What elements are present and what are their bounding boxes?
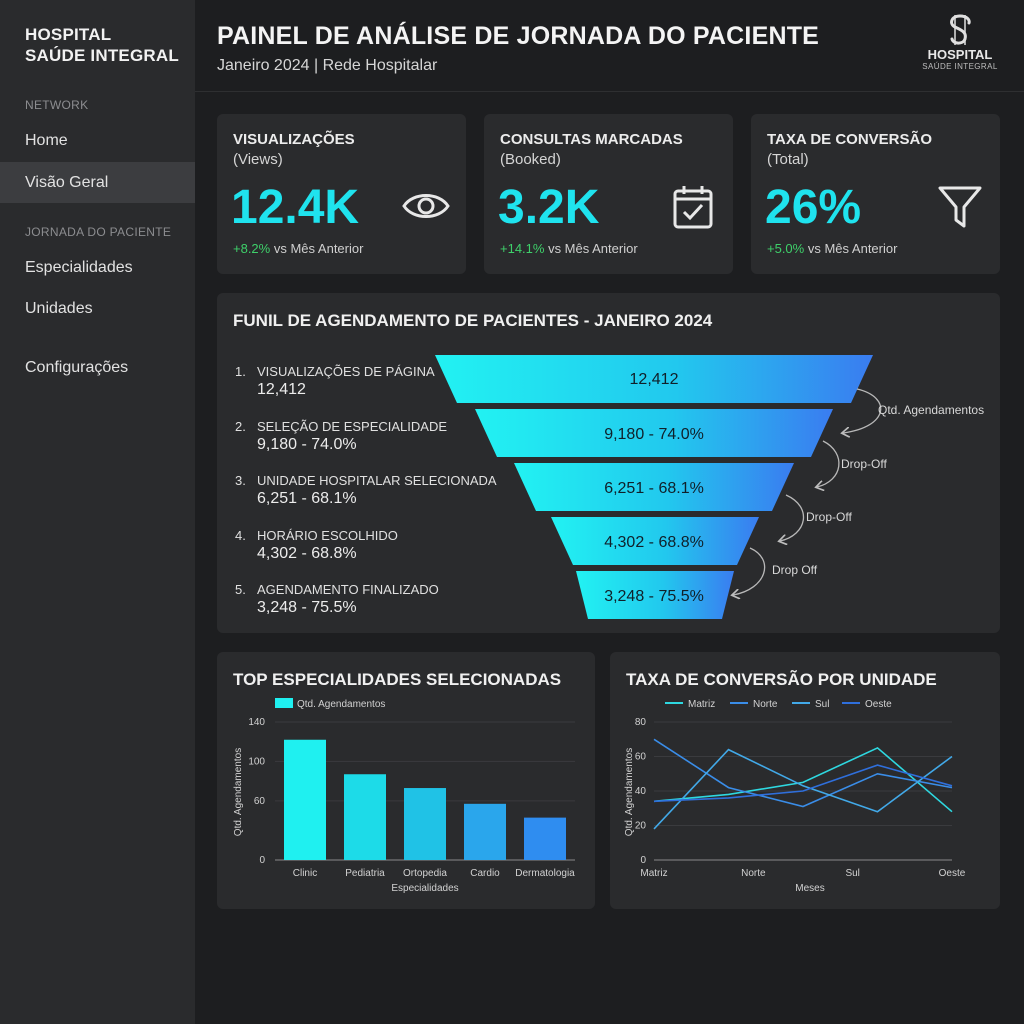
kpi-subtitle: (Views) [233, 151, 283, 168]
logo-subtitle: SAÚDE INTEGRAL [922, 62, 998, 71]
logo-title: HOSPITAL [927, 47, 993, 62]
kpi-title: TAXA DE CONVERSÃO [767, 131, 933, 148]
kpi-title: CONSULTAS MARCADAS [500, 131, 683, 148]
legend-label: Qtd. Agendamentos [297, 699, 385, 710]
line-chart: Matriz Norte Sul Oeste 0 20 40 60 80 Matriz Norte S… [624, 699, 966, 894]
dropoff-arrow-2 [817, 440, 840, 487]
legend-label: Oeste [865, 699, 892, 710]
legend-label: Sul [815, 699, 829, 710]
bar [464, 803, 506, 860]
kpi-delta-value: +14.1% [500, 241, 545, 256]
x-tick-label: Norte [741, 868, 766, 879]
legend-swatch [275, 698, 293, 708]
sidebar-item-unidades[interactable]: Unidades [0, 288, 195, 329]
sidebar-item-especialidades[interactable]: Especialidades [0, 247, 195, 288]
kpi-delta-suffix: vs Mês Anterior [270, 241, 364, 256]
kpi-delta-value: +8.2% [233, 241, 271, 256]
kpi-value: 12.4K [231, 181, 360, 234]
y-tick-label: 140 [248, 717, 265, 728]
kpi-subtitle: (Total) [767, 151, 809, 168]
x-tick-label: Sul [845, 868, 859, 879]
kpi-title: VISUALIZAÇÕES [233, 131, 355, 148]
y-tick-label: 40 [635, 786, 647, 797]
y-tick-label: 0 [259, 855, 265, 866]
x-tick-label: Pediatria [345, 868, 385, 879]
funnel-card: FUNIL DE AGENDAMENTO DE PACIENTES - JANE… [217, 293, 1000, 633]
funnel-bar-label-3: 6,251 - 68.1% [604, 480, 704, 497]
arrow-label-1: Qtd. Agendamentos [878, 403, 984, 417]
funnel-graphic: 12,412 9,180 - 74.0% 6,251 - 68.1% 4,302… [435, 355, 984, 619]
eye-icon [402, 194, 450, 218]
x-axis-label: Especialidades [391, 883, 458, 894]
bar-chart-card: TOP ESPECIALIDADES SELECIONADAS Qtd. Age… [217, 652, 595, 909]
legend-label: Norte [753, 699, 778, 710]
page-header: PAINEL DE ANÁLISE DE JORNADA DO PACIENTE… [195, 0, 1024, 92]
x-tick-label: Matriz [640, 868, 667, 879]
sidebar: HOSPITAL SAÚDE INTEGRAL NETWORK Home Vis… [0, 0, 195, 1024]
nav-section-jornada: JORNADA DO PACIENTE [25, 225, 172, 239]
x-tick-label: Oeste [939, 868, 966, 879]
page-title: PAINEL DE ANÁLISE DE JORNADA DO PACIENTE [217, 22, 820, 50]
bar-chart: Qtd. Agendamentos 0 60 100 140 Clinic Pediatri… [233, 698, 575, 894]
arrow-label-2: Drop-Off [841, 457, 887, 471]
kpi-delta: +5.0% vs Mês Anterior [767, 241, 897, 256]
y-tick-label: 100 [248, 756, 265, 767]
funnel-bar-label-5: 3,248 - 75.5% [604, 588, 704, 605]
y-tick-label: 60 [635, 752, 647, 763]
bar [524, 817, 566, 860]
kpi-delta-suffix: vs Mês Anterior [544, 241, 638, 256]
kpi-subtitle: (Booked) [500, 151, 561, 168]
x-tick-label: Dermatologia [515, 868, 575, 879]
y-axis-label: Qtd. Agendamentos [624, 748, 635, 836]
brand-line-2: SAÚDE INTEGRAL [25, 46, 179, 65]
arrow-label-3: Drop-Off [806, 510, 852, 524]
funnel-bar-label-1: 12,412 [630, 371, 679, 388]
bar [284, 739, 326, 860]
kpi-delta: +14.1% vs Mês Anterior [500, 241, 638, 256]
kpi-card-conversion: TAXA DE CONVERSÃO (Total) 26% +5.0% vs M… [751, 114, 1000, 274]
nav-section-network: NETWORK [25, 98, 89, 112]
kpi-card-booked: CONSULTAS MARCADAS (Booked) 3.2K +14.1% … [484, 114, 733, 274]
kpi-value: 3.2K [498, 181, 600, 234]
y-tick-label: 0 [640, 855, 646, 866]
x-tick-label: Ortopedia [403, 868, 447, 879]
sidebar-item-visao-geral[interactable]: Visão Geral [0, 162, 195, 203]
bar [404, 788, 446, 860]
funnel-bar-label-2: 9,180 - 74.0% [604, 426, 704, 443]
y-tick-label: 80 [635, 717, 647, 728]
x-axis-label: Meses [795, 883, 824, 894]
page-subtitle: Janeiro 2024 | Rede Hospitalar [217, 57, 438, 74]
calendar-check-icon [673, 186, 713, 229]
logo-mark-icon [950, 14, 971, 45]
funnel-icon [938, 186, 982, 228]
funnel-bar-label-4: 4,302 - 68.8% [604, 534, 704, 551]
kpi-delta: +8.2% vs Mês Anterior [233, 241, 363, 256]
bar [344, 774, 386, 860]
dropoff-arrow-3 [780, 494, 804, 541]
brand-name: HOSPITAL SAÚDE INTEGRAL [25, 24, 179, 66]
line-chart-card: TAXA DE CONVERSÃO POR UNIDADE Matriz Nort… [610, 652, 1000, 909]
sidebar-item-home[interactable]: Home [0, 120, 195, 161]
kpi-card-views: VISUALIZAÇÕES (Views) 12.4K +8.2% vs Mês… [217, 114, 466, 274]
y-tick-label: 20 [635, 821, 647, 832]
x-tick-label: Cardio [470, 868, 500, 879]
y-tick-label: 60 [254, 796, 266, 807]
hospital-logo: HOSPITAL SAÚDE INTEGRAL [920, 12, 1000, 71]
kpi-delta-value: +5.0% [767, 241, 805, 256]
arrow-label-4: Drop Off [772, 563, 818, 577]
brand-line-1: HOSPITAL [25, 25, 112, 44]
x-tick-label: Clinic [293, 868, 317, 879]
sidebar-item-configuracoes[interactable]: Configurações [0, 347, 195, 388]
kpi-value: 26% [765, 181, 862, 234]
y-axis-label: Qtd. Agendamentos [233, 748, 244, 836]
series-line-sul [653, 748, 953, 830]
kpi-delta-suffix: vs Mês Anterior [804, 241, 898, 256]
legend-label: Matriz [688, 699, 715, 710]
